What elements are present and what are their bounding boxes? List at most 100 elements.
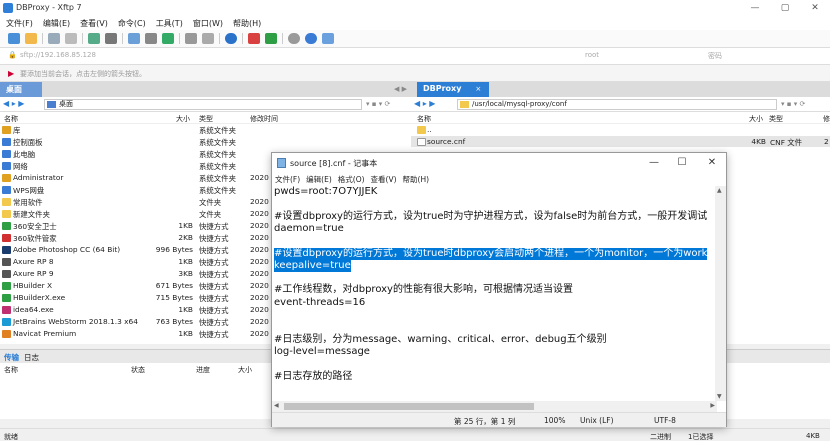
col-modified[interactable]: 修改时间 — [250, 114, 278, 124]
scroll-up-icon[interactable]: ▲ — [717, 187, 722, 194]
tab-desktop[interactable]: 桌面 — [0, 82, 42, 97]
file-name: 常用软件 — [13, 198, 43, 207]
np-menu-help[interactable]: 帮助(H) — [403, 174, 430, 185]
gear-icon[interactable] — [288, 33, 300, 44]
password-input[interactable]: 密码 — [708, 51, 823, 62]
print-icon[interactable] — [185, 33, 197, 44]
right-path-tools[interactable]: ▾ ▪ ▾ ⟳ — [781, 100, 805, 108]
terminal-icon[interactable] — [105, 33, 117, 44]
col-type[interactable]: 类型 — [769, 114, 783, 124]
transfer-icon[interactable] — [88, 33, 100, 44]
open-folder-icon[interactable] — [25, 33, 37, 44]
scroll-left-icon[interactable]: ◀ — [274, 402, 279, 409]
notepad-close-button[interactable]: ✕ — [702, 156, 722, 170]
sync-icon[interactable] — [162, 33, 174, 44]
file-size: 715 Bytes — [155, 293, 193, 302]
user-input[interactable]: root — [585, 51, 695, 62]
menu-bar: 文件(F) 编辑(E) 查看(V) 命令(C) 工具(T) 窗口(W) 帮助(H… — [0, 16, 830, 30]
left-path-input[interactable]: 桌面 — [44, 99, 362, 110]
scroll-thumb[interactable] — [284, 403, 534, 410]
copy-icon[interactable] — [48, 33, 60, 44]
file-type: 系统文件夹 — [199, 174, 236, 183]
maximize-button[interactable]: ▢ — [770, 1, 800, 15]
file-row[interactable]: 控制面板 系统文件夹 — [0, 136, 411, 147]
horizontal-scrollbar[interactable]: ◀ ▶ — [272, 401, 717, 412]
notepad-maximize-button[interactable]: ☐ — [672, 156, 692, 170]
paste-icon[interactable] — [65, 33, 77, 44]
address-bar: 🔒 sftp://192.168.85.128 root 密码 — [0, 48, 830, 65]
menu-edit[interactable]: 编辑(E) — [43, 18, 70, 29]
vertical-scrollbar[interactable]: ▲ ▼ — [715, 186, 726, 401]
host-input[interactable]: sftp://192.168.85.128 — [20, 51, 560, 62]
new-session-icon[interactable] — [8, 33, 20, 44]
status-mode: 二进制 — [650, 433, 671, 441]
tab-transfer[interactable]: 传输 — [4, 352, 19, 363]
notepad-minimize-button[interactable]: — — [644, 156, 664, 170]
file-name: HBuilder X — [13, 281, 53, 290]
xshell-icon[interactable] — [248, 33, 260, 44]
col-modified[interactable]: 修 — [823, 114, 830, 124]
scroll-right-icon[interactable]: ▶ — [710, 402, 715, 409]
text-line: #设置dbproxy的运行方式，设为true时为守护进程方式，设为false时为… — [274, 210, 708, 222]
file-row[interactable]: .. — [411, 124, 830, 135]
properties-icon[interactable] — [145, 33, 157, 44]
notepad-text-area[interactable]: pwds=root:7O7YJJEK #设置dbproxy的运行方式，设为true… — [272, 186, 716, 401]
tab-dbproxy[interactable]: DBProxy × — [417, 82, 489, 97]
tab-nav-arrows[interactable]: ◀ ▶ — [394, 85, 407, 93]
refresh-icon[interactable] — [128, 33, 140, 44]
file-row[interactable]: 库 系统文件夹 — [0, 124, 411, 135]
menu-help[interactable]: 帮助(H) — [233, 18, 261, 29]
col-size[interactable]: 大小 — [238, 365, 252, 375]
left-tab-strip: 桌面 ◀ ▶ — [0, 82, 411, 97]
menu-tools[interactable]: 工具(T) — [156, 18, 183, 29]
np-menu-format[interactable]: 格式(O) — [338, 174, 365, 185]
col-type[interactable]: 类型 — [199, 114, 213, 124]
menu-window[interactable]: 窗口(W) — [193, 18, 223, 29]
tab-close-icon[interactable]: × — [475, 85, 481, 93]
file-icon — [2, 281, 11, 290]
file-type: 文件夹 — [199, 210, 222, 219]
notepad-window: source [8].cnf - 记事本 — ☐ ✕ 文件(F) 编辑(E) 格… — [271, 152, 727, 427]
help-icon[interactable] — [305, 33, 317, 44]
file-size: 4KB — [751, 137, 766, 146]
file-name: Axure RP 9 — [13, 269, 54, 278]
minimize-button[interactable]: — — [740, 1, 770, 15]
menu-command[interactable]: 命令(C) — [118, 18, 146, 29]
col-name[interactable]: 名称 — [4, 114, 18, 124]
file-icon — [2, 221, 11, 230]
file-date: 2020 — [250, 281, 269, 290]
line-ending: Unix (LF) — [580, 416, 614, 425]
right-path-input[interactable]: /usr/local/mysql-proxy/conf — [457, 99, 777, 110]
file-type: 快捷方式 — [199, 234, 229, 243]
file-date: 2020 — [250, 245, 269, 254]
file-date: 2020 — [250, 221, 269, 230]
menu-file[interactable]: 文件(F) — [6, 18, 33, 29]
col-size[interactable]: 大小 — [176, 114, 190, 124]
file-name: Adobe Photoshop CC (64 Bit) — [13, 245, 121, 254]
chat-icon[interactable] — [322, 33, 334, 44]
xftp-icon[interactable] — [265, 33, 277, 44]
file-row[interactable]: source.cnf 4KB CNF 文件 2 — [411, 136, 830, 147]
delete-icon[interactable] — [202, 33, 214, 44]
status-bar: 就绪 二进制 1已选择 4KB — [0, 428, 830, 441]
col-name[interactable]: 名称 — [417, 114, 431, 124]
col-size[interactable]: 大小 — [749, 114, 763, 124]
col-status[interactable]: 状态 — [131, 365, 145, 375]
col-progress[interactable]: 进度 — [196, 365, 210, 375]
back-forward-icon[interactable]: ◀ ▸ ▶ — [414, 99, 435, 108]
menu-view[interactable]: 查看(V) — [80, 18, 108, 29]
text-line: pwds=root:7O7YJJEK — [274, 186, 378, 197]
arrow-icon[interactable]: ▶ — [8, 69, 14, 78]
np-menu-edit[interactable]: 编辑(E) — [306, 174, 332, 185]
file-icon — [2, 317, 11, 326]
col-name[interactable]: 名称 — [4, 365, 18, 375]
tab-log[interactable]: 日志 — [24, 352, 39, 363]
np-menu-view[interactable]: 查看(V) — [371, 174, 397, 185]
globe-icon[interactable] — [225, 33, 237, 44]
scroll-down-icon[interactable]: ▼ — [717, 393, 722, 400]
close-button[interactable]: ✕ — [800, 1, 830, 15]
folder-icon — [460, 101, 469, 108]
np-menu-file[interactable]: 文件(F) — [275, 174, 300, 185]
left-path-tools[interactable]: ▾ ▪ ▾ ⟳ — [366, 100, 390, 108]
back-forward-icon[interactable]: ◀ ▸ ▶ — [3, 99, 24, 108]
